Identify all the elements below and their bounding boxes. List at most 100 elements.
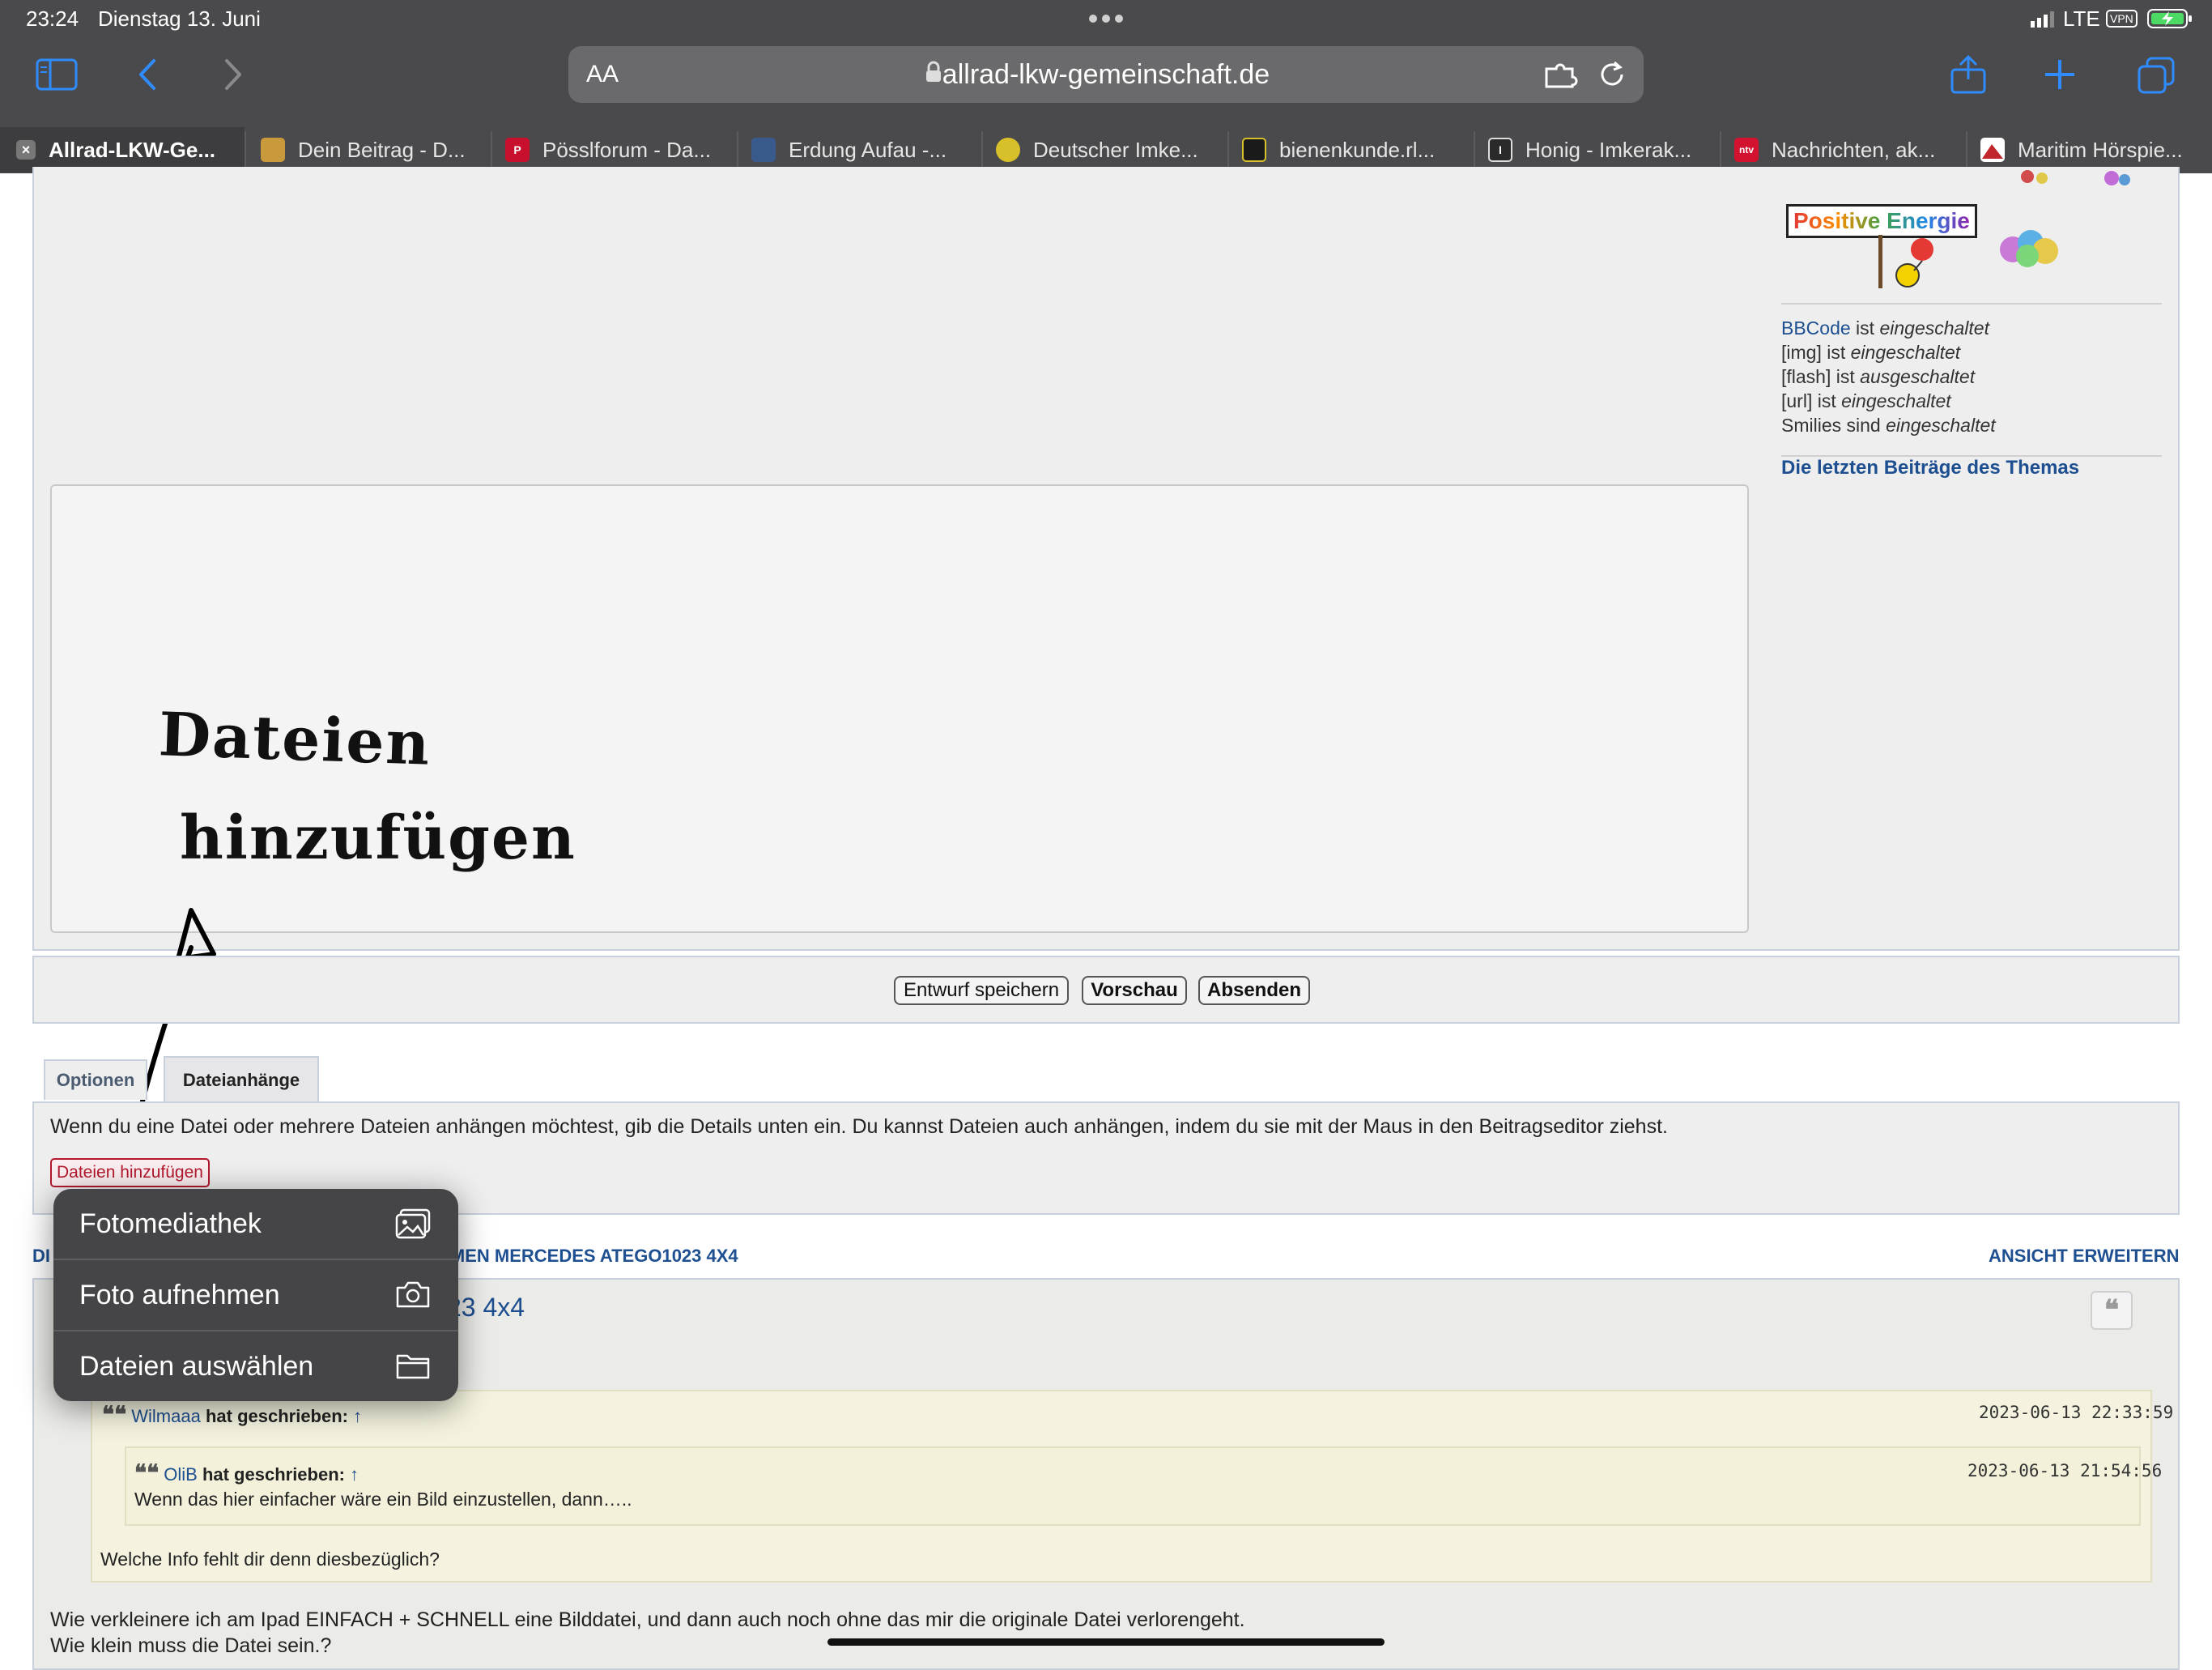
tab-bienenkunde[interactable]: bienenkunde.rl... [1242, 127, 1469, 173]
tab-favicon-icon [1242, 138, 1266, 162]
expand-view-link[interactable]: ANSICHT ERWEITERN [1989, 1246, 2180, 1267]
tab-dein-beitrag[interactable]: Dein Beitrag - D... [261, 127, 487, 173]
photo-library-icon [395, 1208, 431, 1239]
tab-erdung[interactable]: Erdung Aufau -... [751, 127, 978, 173]
browser-chrome: 23:24 Dienstag 13. Juni LTE VPN AA allra… [0, 0, 2212, 173]
bbcode-line: BBCode ist eingeschaltet [1781, 317, 1989, 339]
status-time: 23:24 [26, 6, 79, 31]
banner-smiley-icon [1875, 235, 1940, 292]
outer-quote-header: ❝❝ Wilmaaa hat geschrieben: ↑ [102, 1401, 362, 1428]
network-label: LTE [2063, 6, 2100, 31]
tab-overview-icon[interactable] [2138, 57, 2175, 94]
tab-maritim[interactable]: Maritim Hörspie... [1980, 127, 2212, 173]
address-bar[interactable]: AA allrad-lkw-gemeinschaft.de [568, 46, 1644, 103]
inner-quote-author[interactable]: OliB [164, 1464, 198, 1485]
menu-item-label: Foto aufnehmen [79, 1279, 280, 1310]
sidebar-toggle-icon[interactable] [36, 58, 78, 91]
post-title-fragment[interactable]: 23 4x4 [447, 1293, 525, 1323]
tab-title: Erdung Aufau -... [789, 137, 947, 162]
tab-title: Deutscher Imke... [1033, 137, 1198, 162]
handwritten-note-line1: Dateien [157, 700, 432, 779]
multitasking-dots[interactable] [1088, 13, 1124, 24]
tab-title: bienenkunde.rl... [1279, 137, 1436, 162]
extension-icon[interactable] [1543, 59, 1579, 90]
tab-favicon-icon: P [505, 138, 530, 162]
inner-quote-jump[interactable]: ↑ [350, 1464, 359, 1485]
tab-title: Allrad-LKW-Ge... [49, 137, 216, 162]
home-indicator[interactable] [827, 1638, 1385, 1646]
outer-quote-text: Welche Info fehlt dir denn diesbezüglich… [100, 1549, 440, 1570]
tab-close-icon[interactable]: × [16, 140, 36, 160]
handwritten-note-line2: hinzufügen [180, 803, 576, 873]
tab-favicon-icon: ntv [1734, 138, 1759, 162]
forward-button[interactable] [223, 58, 243, 91]
tab-allrad[interactable]: × Allrad-LKW-Ge... [0, 127, 245, 173]
smiley-group-top[interactable] [2008, 170, 2138, 191]
menu-item-choose-files[interactable]: Dateien auswählen [53, 1331, 458, 1401]
outer-quote-author[interactable]: Wilmaaa [131, 1406, 201, 1426]
menu-item-photo-library[interactable]: Fotomediathek [53, 1189, 458, 1259]
inner-quote-text: Wenn das hier einfacher wäre ein Bild ei… [134, 1489, 632, 1510]
bbcode-status-list: BBCode ist eingeschaltet [img] ist einge… [1781, 316, 1996, 437]
quote-mark-icon: ❝❝ [102, 1401, 127, 1428]
file-source-menu: Fotomediathek Foto aufnehmen Dateien aus… [53, 1189, 458, 1401]
bbcode-link[interactable]: BBCode [1781, 317, 1851, 339]
positive-energy-banner[interactable]: Positive Energie [1786, 204, 1977, 238]
tab-attachments[interactable]: Dateianhänge [164, 1056, 319, 1103]
tab-poesslforum[interactable]: P Pösslforum - Da... [505, 127, 732, 173]
inner-quote-header: ❝❝ OliB hat geschrieben: ↑ [134, 1459, 359, 1486]
tab-favicon-icon [1980, 138, 2005, 162]
inner-quote [125, 1446, 2141, 1526]
tab-title: Honig - Imkerak... [1525, 137, 1692, 162]
menu-item-label: Fotomediathek [79, 1208, 262, 1239]
new-tab-icon[interactable] [2044, 58, 2076, 91]
vpn-badge: VPN [2106, 10, 2138, 28]
tab-nachrichten[interactable]: ntv Nachrichten, ak... [1734, 127, 1961, 173]
url-line: [url] ist eingeschaltet [1781, 390, 1951, 411]
attachments-description: Wenn du eine Datei oder mehrere Dateien … [50, 1115, 1668, 1138]
battery-charging-icon [2147, 8, 2193, 29]
quote-button-icon[interactable]: ❝ [2091, 1291, 2133, 1330]
topic-breadcrumb-prefix[interactable]: DI [32, 1246, 50, 1267]
url-text: allrad-lkw-gemeinschaft.de [942, 59, 1270, 90]
banner-text: Positive Energie [1793, 208, 1970, 233]
tab-title: Dein Beitrag - D... [298, 137, 466, 162]
lock-icon [925, 61, 942, 83]
inner-quote-suffix: hat geschrieben: [197, 1464, 345, 1485]
tab-options[interactable]: Optionen [44, 1059, 147, 1100]
folder-icon [395, 1351, 431, 1380]
tab-favicon-icon [261, 138, 285, 162]
reload-icon[interactable] [1597, 59, 1627, 90]
menu-item-label: Dateien auswählen [79, 1350, 314, 1382]
outer-quote-suffix: hat geschrieben: [200, 1406, 348, 1426]
sidebar-divider [1781, 303, 2162, 305]
tab-favicon-icon [751, 138, 776, 162]
img-line: [img] ist eingeschaltet [1781, 342, 1961, 363]
tab-title: Nachrichten, ak... [1772, 137, 1936, 162]
smilies-line: Smilies sind eingeschaltet [1781, 415, 1996, 436]
signal-icon [2031, 10, 2055, 28]
tab-deutscher-imker[interactable]: Deutscher Imke... [996, 127, 1223, 173]
tab-title: Maritim Hörspie... [2018, 137, 2183, 162]
submit-button[interactable]: Absenden [1198, 976, 1310, 1005]
tab-title: Pösslforum - Da... [542, 137, 712, 162]
share-icon[interactable] [1950, 55, 1987, 94]
flash-line: [flash] ist ausgeschaltet [1781, 366, 1976, 387]
post-body-line1: Wie verkleinere ich am Ipad EINFACH + SC… [50, 1608, 1245, 1631]
tab-favicon-icon: I [1488, 138, 1512, 162]
tab-honig[interactable]: I Honig - Imkerak... [1488, 127, 1715, 173]
back-button[interactable] [138, 58, 157, 91]
latest-posts-link[interactable]: Die letzten Beiträge des Themas [1781, 457, 2079, 479]
menu-item-take-photo[interactable]: Foto aufnehmen [53, 1260, 458, 1330]
outer-quote-jump[interactable]: ↑ [353, 1406, 362, 1426]
add-files-button[interactable]: Dateien hinzufügen [50, 1158, 210, 1187]
quote-mark-icon: ❝❝ [134, 1459, 160, 1486]
camera-icon [395, 1280, 431, 1309]
post-body-line2: Wie klein muss die Datei sein.? [50, 1634, 332, 1657]
tab-favicon-icon [996, 138, 1020, 162]
status-date: Dienstag 13. Juni [98, 6, 261, 31]
save-draft-button[interactable]: Entwurf speichern [894, 976, 1069, 1005]
preview-button[interactable]: Vorschau [1082, 976, 1187, 1005]
topic-breadcrumb[interactable]: HMEN MERCEDES ATEGO1023 4X4 [437, 1246, 738, 1267]
smiley-cluster-icon[interactable] [1995, 225, 2065, 271]
